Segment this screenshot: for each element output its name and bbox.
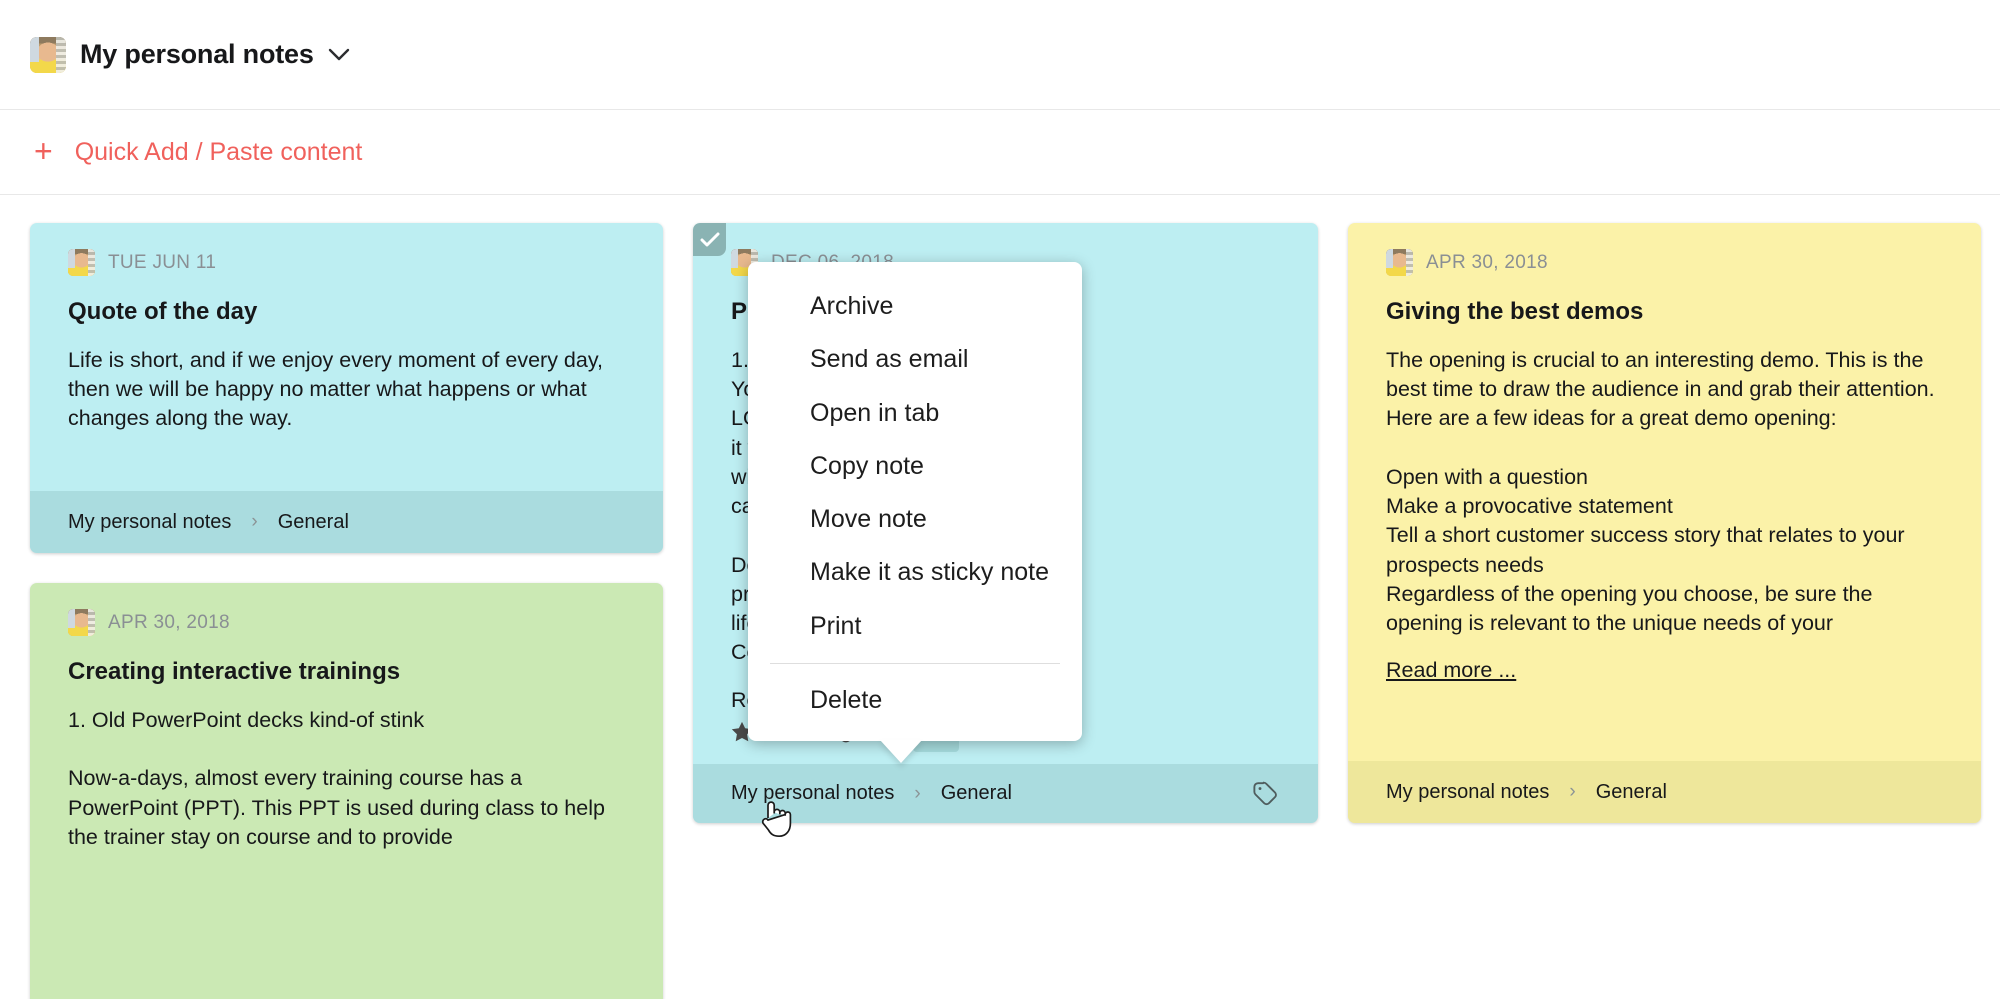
breadcrumb-leaf[interactable]: General xyxy=(1596,781,1667,804)
menu-item-copy-note[interactable]: Copy note xyxy=(748,440,1082,493)
note-title: Creating interactive trainings xyxy=(68,658,625,686)
read-more-link[interactable]: Read more ... xyxy=(1386,658,1516,683)
quick-add-label: Quick Add / Paste content xyxy=(75,138,363,167)
note-meta: APR 30, 2018 xyxy=(1386,249,1943,276)
note-body: APR 30, 2018 Creating interactive traini… xyxy=(30,583,663,874)
notes-column-3: APR 30, 2018 Giving the best demos The o… xyxy=(1348,223,1981,823)
note-select-checkbox[interactable] xyxy=(693,223,726,256)
avatar xyxy=(68,609,95,636)
menu-item-move-note[interactable]: Move note xyxy=(748,493,1082,546)
page-title: My personal notes xyxy=(80,39,314,70)
breadcrumb-leaf[interactable]: General xyxy=(941,782,1012,805)
menu-item-archive[interactable]: Archive xyxy=(748,280,1082,333)
menu-item-make-sticky-note[interactable]: Make it as sticky note xyxy=(748,546,1082,599)
tag-icon[interactable] xyxy=(1250,779,1280,809)
note-footer: My personal notes › General xyxy=(30,491,663,553)
menu-divider xyxy=(770,663,1060,664)
note-meta: TUE JUN 11 xyxy=(68,249,625,276)
breadcrumb-root[interactable]: My personal notes xyxy=(731,782,894,805)
avatar xyxy=(30,37,66,73)
breadcrumb-separator-icon: › xyxy=(251,511,257,533)
note-card[interactable]: APR 30, 2018 Giving the best demos The o… xyxy=(1348,223,1981,823)
avatar xyxy=(1386,249,1413,276)
note-body: APR 30, 2018 Giving the best demos The o… xyxy=(1348,223,1981,761)
quick-add-bar[interactable]: + Quick Add / Paste content xyxy=(0,110,2000,195)
note-title: Quote of the day xyxy=(68,298,625,326)
note-card[interactable]: TUE JUN 11 Quote of the day Life is shor… xyxy=(30,223,663,553)
note-meta: APR 30, 2018 xyxy=(68,609,625,636)
menu-pointer-tail xyxy=(880,740,922,763)
note-date: APR 30, 2018 xyxy=(1426,252,1548,274)
note-body: TUE JUN 11 Quote of the day Life is shor… xyxy=(30,223,663,491)
note-text: 1. Old PowerPoint decks kind-of stink No… xyxy=(68,706,625,852)
note-footer: My personal notes › General xyxy=(693,764,1318,823)
note-card[interactable]: APR 30, 2018 Creating interactive traini… xyxy=(30,583,663,999)
chevron-down-icon[interactable] xyxy=(328,48,350,62)
notes-column-1: TUE JUN 11 Quote of the day Life is shor… xyxy=(30,223,663,999)
note-title: Giving the best demos xyxy=(1386,298,1943,326)
breadcrumb-separator-icon: › xyxy=(1569,781,1575,803)
plus-icon: + xyxy=(34,135,53,167)
breadcrumb-separator-icon: › xyxy=(914,783,920,805)
menu-item-send-as-email[interactable]: Send as email xyxy=(748,333,1082,386)
note-date: APR 30, 2018 xyxy=(108,612,230,634)
menu-item-delete[interactable]: Delete xyxy=(748,674,1082,727)
note-text: Life is short, and if we enjoy every mom… xyxy=(68,346,625,434)
avatar xyxy=(68,249,95,276)
breadcrumb-leaf[interactable]: General xyxy=(278,511,349,534)
note-footer: My personal notes › General xyxy=(1348,761,1981,823)
note-date: TUE JUN 11 xyxy=(108,252,216,274)
note-text: The opening is crucial to an interesting… xyxy=(1386,346,1943,638)
breadcrumb-root[interactable]: My personal notes xyxy=(1386,781,1549,804)
menu-item-open-in-tab[interactable]: Open in tab xyxy=(748,387,1082,440)
app-header: My personal notes xyxy=(0,0,2000,110)
menu-item-print[interactable]: Print xyxy=(748,600,1082,653)
notes-board: TUE JUN 11 Quote of the day Life is shor… xyxy=(0,195,2000,999)
note-context-menu: Archive Send as email Open in tab Copy n… xyxy=(748,262,1082,741)
breadcrumb-root[interactable]: My personal notes xyxy=(68,511,231,534)
